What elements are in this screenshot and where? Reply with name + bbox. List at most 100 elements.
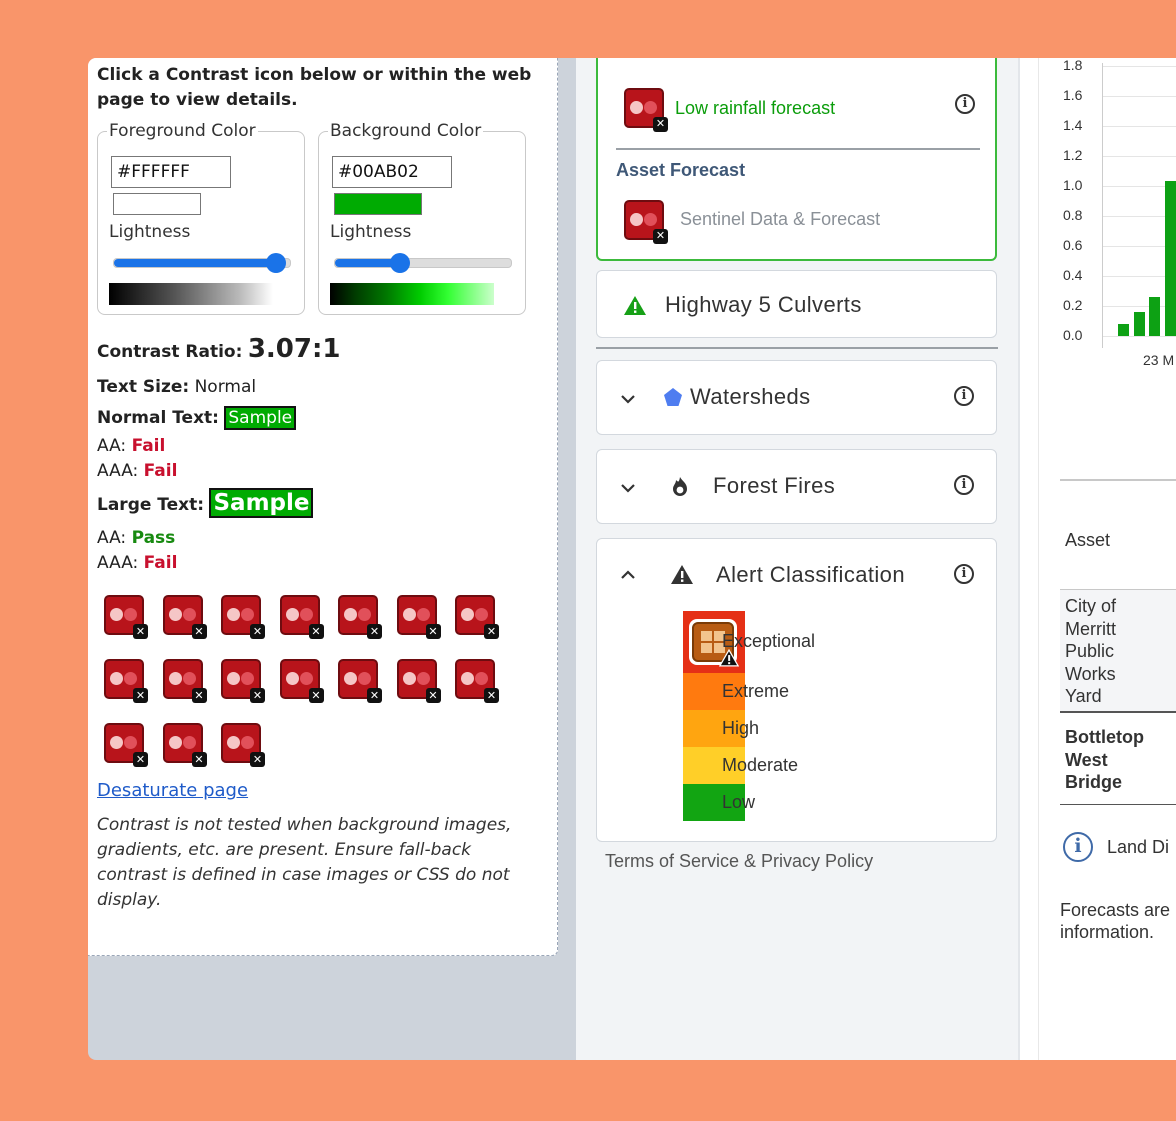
- normal-aaa-row: AAA: Fail: [97, 461, 177, 481]
- warning-triangle-icon: [671, 565, 693, 584]
- land-label: Land Di: [1107, 837, 1170, 857]
- severity-label-moderate: Moderate: [722, 755, 799, 775]
- normal-aa-result: Fail: [131, 436, 166, 456]
- y-tick-label: 1.4: [1063, 116, 1083, 133]
- chart-bar[interactable]: [1133, 311, 1145, 336]
- text-size-label: Text Size:: [97, 377, 190, 397]
- severity-label-extreme: Extreme: [722, 681, 790, 701]
- contrast-icon[interactable]: ✕: [336, 593, 382, 639]
- y-tick-label: 1.0: [1063, 176, 1083, 193]
- normal-sample: Sample: [224, 406, 297, 430]
- background-lightness-gradient: [330, 283, 494, 305]
- contrast-icon[interactable]: ✕: [336, 657, 382, 703]
- contrast-icon[interactable]: ✕: [622, 86, 668, 132]
- highway-culverts-title: Highway 5 Culverts: [665, 292, 862, 317]
- contrast-icon[interactable]: ✕: [278, 593, 324, 639]
- foreground-hex-input[interactable]: [111, 156, 231, 188]
- foreground-lightness-label: Lightness: [109, 222, 191, 242]
- contrast-icon[interactable]: ✕: [161, 657, 207, 703]
- normal-aaa-label: AAA:: [97, 461, 139, 481]
- asset-bottletop-west-bridge[interactable]: Bottletop West Bridge: [1065, 726, 1165, 794]
- normal-text-label: Normal Text:: [97, 408, 219, 428]
- background-slider-knob[interactable]: [390, 253, 411, 273]
- chart-bar[interactable]: [1149, 296, 1160, 336]
- background-swatch: [334, 193, 422, 215]
- info-icon[interactable]: i: [954, 564, 974, 584]
- text-size-value: Normal: [194, 377, 257, 397]
- alert-classification-card: Alert Classification i Exceptional Extre…: [596, 538, 997, 842]
- background-lightness-slider[interactable]: [334, 253, 512, 273]
- alert-classification-title: Alert Classification: [716, 562, 905, 587]
- contrast-icon[interactable]: ✕: [161, 721, 207, 767]
- info-icon[interactable]: i: [1063, 832, 1093, 862]
- y-tick-label: 0.4: [1063, 266, 1083, 283]
- asset-column-header: Asset: [1065, 530, 1111, 550]
- section-divider: [596, 347, 998, 349]
- pentagon-icon: [664, 388, 682, 406]
- chart-bar[interactable]: [1164, 181, 1176, 336]
- contrast-note: Contrast is not tested when background i…: [97, 815, 512, 910]
- divider: [616, 148, 980, 150]
- terms-link[interactable]: Terms of Service & Privacy Policy: [605, 851, 873, 872]
- info-icon[interactable]: i: [954, 475, 974, 495]
- info-icon[interactable]: i: [954, 386, 974, 406]
- x-axis-label: 23 M: [1143, 352, 1175, 368]
- large-aaa-row: AAA: Fail: [97, 553, 177, 573]
- foreground-swatch: [113, 193, 201, 215]
- desaturate-page-link[interactable]: Desaturate page: [97, 780, 248, 801]
- highway-culverts-card[interactable]: Highway 5 Culverts: [596, 270, 997, 338]
- severity-label-high: High: [722, 718, 760, 738]
- grid-line: [1103, 95, 1176, 97]
- chart-bar[interactable]: [1118, 323, 1129, 336]
- contrast-icon[interactable]: ✕: [453, 657, 499, 703]
- large-text-label: Large Text:: [97, 495, 205, 515]
- foreground-slider-fill: [114, 259, 276, 267]
- contrast-icon[interactable]: ✕: [102, 657, 148, 703]
- warning-triangle-icon: [624, 296, 646, 315]
- contrast-panel: Click a Contrast icon below or within th…: [88, 58, 558, 956]
- background-color-box: Background Color Lightness: [318, 121, 526, 315]
- contrast-icon[interactable]: ✕: [102, 593, 148, 639]
- severity-label-exceptional: Exceptional: [722, 631, 816, 651]
- contrast-icon[interactable]: ✕: [219, 593, 265, 639]
- contrast-icon[interactable]: ✕: [395, 593, 441, 639]
- contrast-icon[interactable]: ✕: [102, 721, 148, 767]
- contrast-icon[interactable]: ✕: [395, 657, 441, 703]
- normal-text-row: Normal Text: Sample: [97, 406, 297, 430]
- severity-label-low: Low: [722, 792, 756, 812]
- y-tick-label: 1.6: [1063, 86, 1083, 103]
- watersheds-card[interactable]: Watersheds i: [596, 360, 997, 435]
- watersheds-title: Watersheds: [690, 384, 811, 409]
- background-legend: Background Color: [328, 121, 484, 141]
- contrast-icon[interactable]: ✕: [161, 593, 207, 639]
- sentinel-data-forecast: Sentinel Data & Forecast: [680, 209, 881, 229]
- chevron-up-icon[interactable]: [619, 566, 637, 584]
- foreground-lightness-gradient: [109, 283, 273, 305]
- contrast-icon[interactable]: ✕: [453, 593, 499, 639]
- chevron-down-icon[interactable]: [619, 390, 637, 408]
- asset-forecast-heading: Asset Forecast: [616, 160, 746, 180]
- forest-fires-title: Forest Fires: [713, 473, 836, 498]
- chevron-down-icon[interactable]: [619, 479, 637, 497]
- large-sample: Sample: [209, 488, 314, 518]
- asset-city-of-merritt[interactable]: City of Merritt Public Works Yard: [1065, 595, 1145, 708]
- contrast-ratio-label: Contrast Ratio:: [97, 342, 243, 362]
- contrast-icon[interactable]: ✕: [219, 721, 265, 767]
- info-icon[interactable]: i: [955, 94, 975, 114]
- text-size-row: Text Size: Normal: [97, 377, 256, 397]
- app-window: Click a Contrast icon below or within th…: [88, 58, 1176, 1060]
- large-aaa-result: Fail: [143, 553, 178, 573]
- large-aa-result: Pass: [131, 528, 176, 548]
- low-rainfall-forecast: Low rainfall forecast: [675, 98, 836, 118]
- contrast-icon[interactable]: ✕: [622, 198, 668, 244]
- foreground-slider-knob[interactable]: [265, 253, 286, 273]
- background-hex-input[interactable]: [332, 156, 452, 188]
- foreground-lightness-slider[interactable]: [113, 253, 291, 273]
- forest-fires-card[interactable]: Forest Fires i: [596, 449, 997, 524]
- contrast-icon[interactable]: ✕: [219, 657, 265, 703]
- y-tick-label: 1.8: [1063, 58, 1083, 73]
- contrast-icon[interactable]: ✕: [278, 657, 324, 703]
- y-tick-label: 0.8: [1063, 206, 1083, 223]
- large-text-row: Large Text: Sample: [97, 488, 314, 518]
- contrast-ratio-row: Contrast Ratio: 3.07:1: [97, 334, 340, 364]
